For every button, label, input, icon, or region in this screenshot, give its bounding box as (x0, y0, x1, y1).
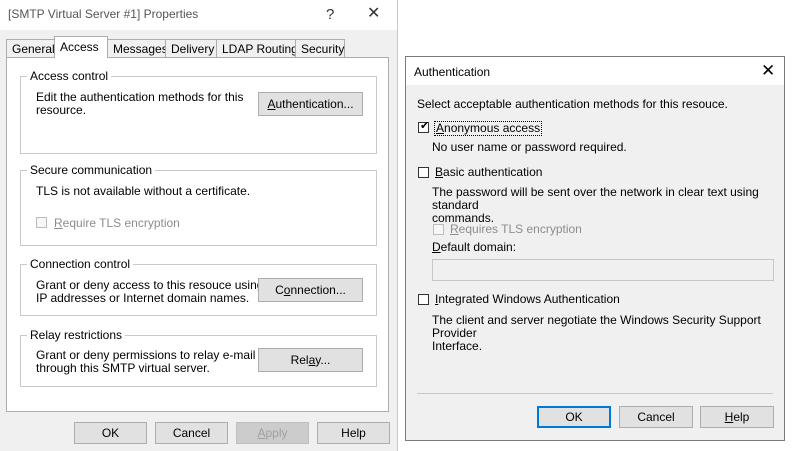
require-tls-label: Require TLS encryption (54, 217, 180, 230)
access-control-text-line2: resource. (36, 103, 87, 117)
access-control-label: Access control (27, 69, 112, 83)
integrated-windows-auth-desc-line1: The client and server negotiate the Wind… (432, 313, 761, 340)
dialog-ok-button[interactable]: OK (537, 406, 611, 428)
connection-control-text-line2: IP addresses or Internet domain names. (36, 291, 250, 305)
connection-control-text: Grant or deny access to this resouce usi… (36, 279, 263, 305)
default-domain-input[interactable] (432, 259, 774, 281)
authentication-title: Authentication (414, 65, 491, 79)
cancel-button[interactable]: Cancel (155, 422, 228, 444)
connection-button-label: nnection... (290, 283, 346, 297)
tab-messages[interactable]: Messages (107, 39, 168, 57)
connection-button-pre: C (275, 283, 284, 297)
close-dialog-button[interactable]: ✕ (761, 61, 775, 81)
integrated-windows-auth-label: Integrated Windows Authentication (435, 293, 620, 306)
basic-auth-mnemonic: B (435, 165, 444, 179)
integrated-windows-auth-checkbox[interactable] (418, 294, 429, 305)
relay-restrictions-label: Relay restrictions (27, 328, 126, 342)
access-control-group: Access control Edit the authentication m… (20, 69, 377, 154)
anonymous-access-label-text: nonymous access (444, 121, 541, 135)
connection-control-label: Connection control (27, 257, 134, 271)
secure-communication-group: Secure communication TLS is not availabl… (20, 163, 377, 246)
default-domain-label: Default domain: (432, 241, 516, 254)
authentication-dialog: Authentication ✕ Select acceptable authe… (405, 56, 785, 441)
secure-communication-label: Secure communication (27, 163, 156, 177)
tab-delivery[interactable]: Delivery (165, 39, 217, 57)
properties-window: [SMTP Virtual Server #1] Properties ? ✕ … (0, 0, 398, 451)
relay-button-pre: Rel (290, 353, 309, 367)
help-title-button[interactable]: ? (326, 7, 334, 22)
dialog-help-button[interactable]: Help (700, 406, 774, 428)
access-tab-panel: Access control Edit the authentication m… (6, 57, 389, 412)
apply-button-label: pply (265, 426, 288, 440)
checkmark-icon: ✔ (420, 120, 430, 132)
tab-access[interactable]: Access (54, 36, 108, 58)
integrated-windows-auth-label-text: ntegrated Windows Authentication (438, 292, 620, 306)
tls-unavailable-text: TLS is not available without a certifica… (36, 184, 251, 198)
basic-auth-desc: The password will be sent over the netwo… (432, 186, 784, 225)
require-tls-mnemonic: R (54, 216, 63, 230)
tab-security[interactable]: Security (295, 39, 345, 57)
requires-tls-mnemonic: R (450, 222, 459, 236)
access-control-text: Edit the authentication methods for this… (36, 91, 243, 117)
authentication-button-label: uthentication... (275, 97, 354, 111)
relay-button-label: y... (315, 353, 331, 367)
relay-button[interactable]: Relay... (258, 348, 363, 372)
basic-auth-label: Basic authentication (435, 166, 542, 179)
tab-ldap-routing[interactable]: LDAP Routing (216, 39, 298, 57)
integrated-windows-auth-desc: The client and server negotiate the Wind… (432, 314, 784, 353)
authentication-button[interactable]: Authentication... (258, 92, 363, 116)
connection-control-group: Connection control Grant or deny access … (20, 257, 377, 316)
authentication-titlebar: Authentication ✕ (406, 57, 784, 85)
basic-auth-label-text: asic authentication (443, 165, 543, 179)
tab-general[interactable]: General (6, 39, 55, 57)
dialog-help-label: elp (733, 410, 750, 424)
properties-title: [SMTP Virtual Server #1] Properties (8, 7, 199, 21)
close-title-button[interactable]: ✕ (367, 6, 380, 22)
anonymous-access-label: Anonymous access (434, 121, 543, 136)
requires-tls-label: Requires TLS encryption (450, 223, 582, 236)
apply-button-mnemonic: A (257, 426, 266, 440)
dialog-cancel-button[interactable]: Cancel (619, 406, 693, 428)
anonymous-access-checkbox[interactable]: ✔ (418, 120, 430, 133)
basic-auth-desc-line1: The password will be sent over the netwo… (432, 185, 759, 212)
anonymous-access-desc: No user name or password required. (432, 140, 627, 154)
help-button[interactable]: Help (317, 422, 390, 444)
require-tls-label-text: equire TLS encryption (62, 216, 180, 230)
requires-tls-label-text: equires TLS encryption (458, 222, 582, 236)
basic-auth-checkbox[interactable] (418, 167, 429, 178)
connection-button[interactable]: Connection... (258, 278, 363, 302)
ok-button[interactable]: OK (74, 422, 147, 444)
relay-restrictions-group: Relay restrictions Grant or deny permiss… (20, 328, 377, 387)
dialog-separator (417, 393, 773, 394)
default-domain-label-text: efault domain: (440, 240, 517, 254)
properties-titlebar: [SMTP Virtual Server #1] Properties ? ✕ (0, 0, 397, 30)
require-tls-checkbox[interactable] (36, 217, 47, 228)
relay-restrictions-text: Grant or deny permissions to relay e-mai… (36, 349, 255, 375)
relay-restrictions-text-line2: through this SMTP virtual server. (36, 361, 210, 375)
auth-intro-text: Select acceptable authentication methods… (417, 97, 728, 111)
anonymous-access-mnemonic: A (436, 121, 445, 135)
requires-tls-checkbox[interactable] (433, 224, 444, 235)
integrated-windows-auth-desc-line2: Interface. (432, 339, 483, 353)
default-domain-mnemonic: D (432, 240, 441, 254)
apply-button[interactable]: Apply (236, 422, 309, 444)
